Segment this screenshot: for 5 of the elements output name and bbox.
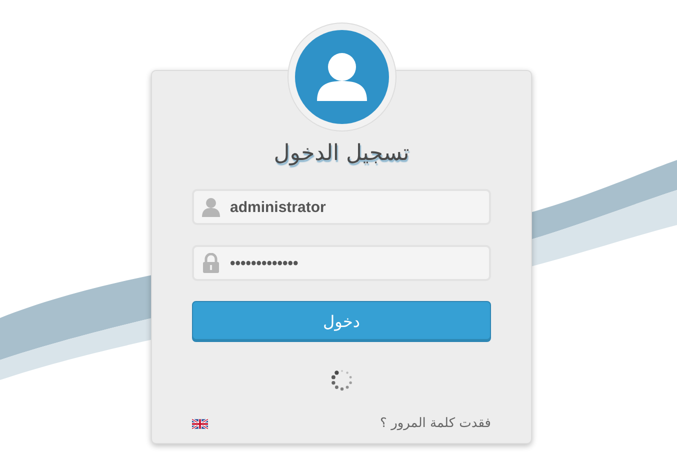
password-field[interactable]: •••••••••••••	[192, 245, 491, 282]
username-field[interactable]: administrator	[192, 189, 491, 226]
login-title: تسجيل الدخول	[272, 141, 410, 168]
forgot-password-link[interactable]: فقدت كلمة المرور ؟	[380, 414, 491, 434]
flag-icon[interactable]	[192, 418, 208, 430]
